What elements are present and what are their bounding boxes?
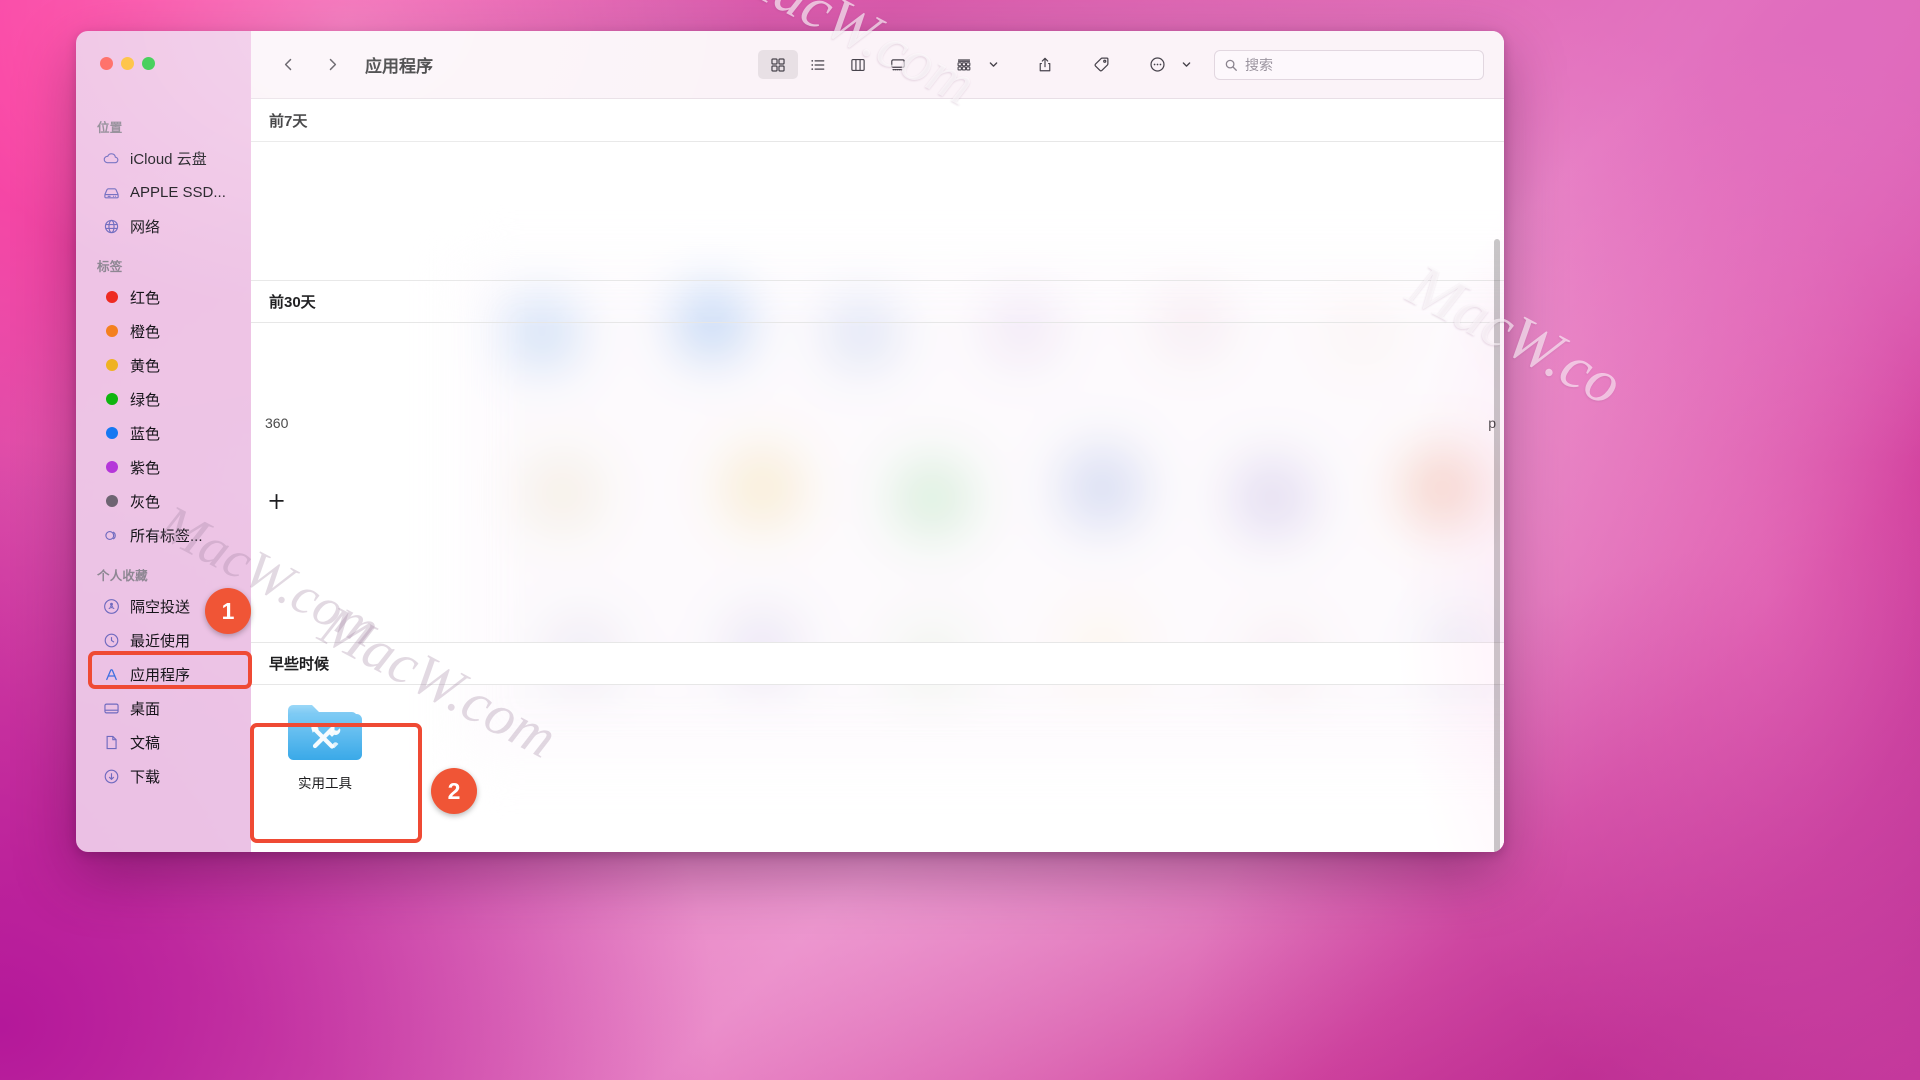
sidebar-item-label: 文稿 [130,734,161,752]
sidebar-item-desktop[interactable]: 桌面 [84,691,243,725]
sidebar-item-network[interactable]: 网络 [84,209,243,243]
finder-main-pane: 应用程序 搜索 前7天 前30天 十 360 p 早些时候 实用工具 [251,31,1504,852]
section-header-earlier: 早些时候 [251,642,1504,685]
window-controls[interactable] [100,57,155,70]
sidebar-group-title-tags: 标签 [97,260,123,274]
sidebar-item-label: 灰色 [130,493,161,511]
sidebar-item-tag-orange[interactable]: 橙色 [84,314,243,348]
sidebar-item-label: 隔空投送 [130,598,191,616]
section-header-plus: 十 [269,494,285,511]
group-by-control[interactable] [944,50,1001,79]
sidebar-item-tag-purple[interactable]: 紫色 [84,450,243,484]
sidebar-item-label: APPLE SSD... [130,183,226,201]
sidebar-item-label: 黄色 [130,357,161,375]
search-field[interactable] [1214,49,1484,80]
sidebar-group-tags: 标签 红色 橙色 黄色 绿色 蓝色 紫色 灰色 所有标签... [76,256,251,552]
search-icon [1224,58,1238,72]
tag-dot-icon [102,356,121,375]
sidebar-item-label: 下载 [130,768,161,786]
desktop-wallpaper: 位置 iCloud 云盘 APPLE SSD... 网络 标签 红色 橙色 黄色… [0,0,1920,1080]
search-input[interactable] [1245,56,1474,73]
sidebar-item-label: 蓝色 [130,425,161,443]
close-button[interactable] [100,57,113,70]
view-mode-group[interactable] [758,50,918,79]
sidebar-group-locations: 位置 iCloud 云盘 APPLE SSD... 网络 [76,117,251,243]
vertical-scrollbar[interactable] [1494,239,1500,852]
sidebar-group-title-locations: 位置 [97,121,123,135]
section-header-last-7-days: 前7天 [251,99,1504,142]
sidebar-item-label: 橙色 [130,323,161,341]
step-badge-1: 1 [205,588,251,634]
sidebar-item-label: 应用程序 [130,666,191,684]
sidebar-item-apple-ssd[interactable]: APPLE SSD... [84,175,243,209]
downloads-icon [102,767,121,786]
folder-tools-icon [273,698,377,766]
more-icon[interactable] [1137,50,1177,79]
finder-content[interactable]: 前7天 前30天 十 360 p 早些时候 实用工具 [251,99,1504,852]
document-icon [102,733,121,752]
minimize-button[interactable] [121,57,134,70]
tag-dot-icon [102,288,121,307]
all-tags-icon [102,526,121,545]
section-header-last-30-days: 前30天 [251,280,1504,323]
sidebar-item-label: 所有标签... [130,527,203,545]
group-by-icon[interactable] [944,50,984,79]
gallery-view-button[interactable] [878,50,918,79]
partial-count-text: 360 [265,415,289,431]
utilities-folder[interactable]: 实用工具 [273,698,377,792]
forward-button[interactable] [317,50,347,80]
sidebar-item-label: 桌面 [130,700,161,718]
maximize-button[interactable] [142,57,155,70]
finder-sidebar[interactable]: 位置 iCloud 云盘 APPLE SSD... 网络 标签 红色 橙色 黄色… [76,31,251,852]
finder-toolbar: 应用程序 [251,31,1504,99]
sidebar-item-tag-red[interactable]: 红色 [84,280,243,314]
sidebar-item-icloud-drive[interactable]: iCloud 云盘 [84,141,243,175]
sidebar-item-tag-blue[interactable]: 蓝色 [84,416,243,450]
harddisk-icon [102,183,121,202]
step-badge-2: 2 [431,768,477,814]
share-button[interactable] [1025,50,1065,79]
icloud-icon [102,149,121,168]
sidebar-item-label: 红色 [130,289,161,307]
desktop-icon [102,699,121,718]
tag-dot-icon [102,390,121,409]
sidebar-item-label: 最近使用 [130,632,191,650]
tag-dot-icon [102,322,121,341]
clock-icon [102,631,121,650]
files-grid[interactable]: 前30天 十 360 p 早些时候 实用工具 [251,142,1504,852]
airdrop-icon [102,597,121,616]
applications-icon [102,665,121,684]
sidebar-item-label: 网络 [130,218,161,236]
tag-button[interactable] [1081,50,1121,79]
sidebar-item-applications[interactable]: 应用程序 [84,657,243,691]
more-actions-control[interactable] [1137,50,1194,79]
chevron-down-icon[interactable] [985,59,1001,70]
sidebar-item-downloads[interactable]: 下载 [84,759,243,793]
chevron-down-icon[interactable] [1178,59,1194,70]
folder-label: 实用工具 [298,776,352,791]
globe-icon [102,217,121,236]
sidebar-item-documents[interactable]: 文稿 [84,725,243,759]
tag-dot-icon [102,492,121,511]
tag-dot-icon [102,458,121,477]
icon-view-button[interactable] [758,50,798,79]
sidebar-item-label: 绿色 [130,391,161,409]
finder-window: 位置 iCloud 云盘 APPLE SSD... 网络 标签 红色 橙色 黄色… [76,31,1504,852]
back-button[interactable] [273,50,303,80]
sidebar-group-title-favorites: 个人收藏 [97,569,148,583]
sidebar-item-tag-green[interactable]: 绿色 [84,382,243,416]
list-view-button[interactable] [798,50,838,79]
sidebar-item-tag-gray[interactable]: 灰色 [84,484,243,518]
tag-dot-icon [102,424,121,443]
sidebar-item-label: iCloud 云盘 [130,150,207,168]
column-view-button[interactable] [838,50,878,79]
sidebar-item-label: 紫色 [130,459,161,477]
sidebar-item-all-tags[interactable]: 所有标签... [84,518,243,552]
sidebar-item-tag-yellow[interactable]: 黄色 [84,348,243,382]
page-title: 应用程序 [365,57,433,76]
